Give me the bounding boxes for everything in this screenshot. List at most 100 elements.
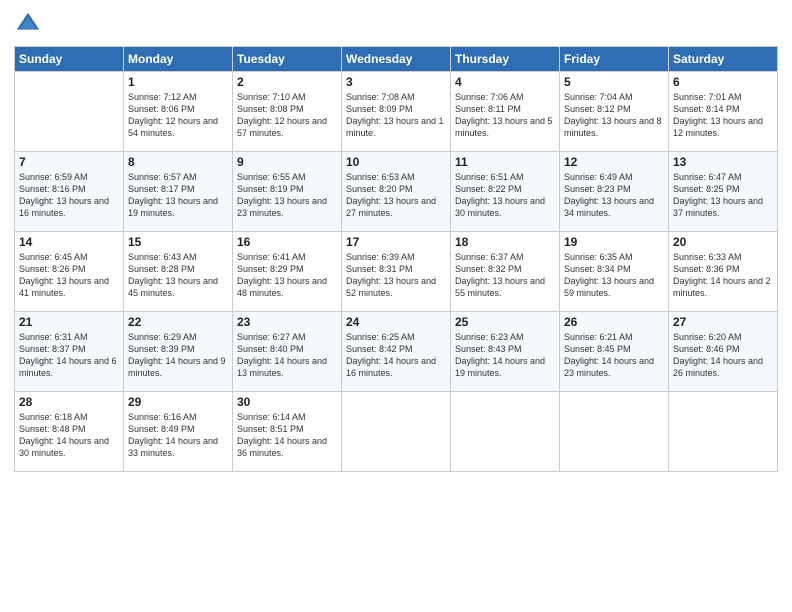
- day-cell: 3 Sunrise: 7:08 AMSunset: 8:09 PMDaylight…: [342, 72, 451, 152]
- day-number: 29: [128, 395, 228, 409]
- day-cell: [669, 392, 778, 472]
- day-cell: 23Sunrise: 6:27 AMSunset: 8:40 PMDayligh…: [233, 312, 342, 392]
- day-cell: 26 Sunrise: 6:21 AMSunset: 8:45 PMDayligh…: [560, 312, 669, 392]
- day-info: Sunrise: 7:01 AMSunset: 8:14 PMDaylight:…: [673, 91, 773, 140]
- day-number: 11: [455, 155, 555, 169]
- day-number: 7: [19, 155, 119, 169]
- day-info: Sunrise: 6:33 AMSunset: 8:36 PMDaylight:…: [673, 251, 773, 300]
- day-info: Sunrise: 7:06 AMSunset: 8:11 PMDaylight:…: [455, 91, 555, 140]
- day-info: Sunrise: 6:45 AMSunset: 8:26 PMDaylight:…: [19, 251, 119, 300]
- day-info: Sunrise: 6:41 AMSunset: 8:29 PMDaylight:…: [237, 251, 337, 300]
- col-header-saturday: Saturday: [669, 47, 778, 72]
- day-cell: 8 Sunrise: 6:57 AMSunset: 8:17 PMDaylight…: [124, 152, 233, 232]
- day-number: 15: [128, 235, 228, 249]
- day-info: Sunrise: 6:18 AMSunset: 8:48 PMDaylight:…: [19, 411, 119, 460]
- day-cell: 18 Sunrise: 6:37 AMSunset: 8:32 PMDayligh…: [451, 232, 560, 312]
- week-row-5: 28 Sunrise: 6:18 AMSunset: 8:48 PMDayligh…: [15, 392, 778, 472]
- day-number: 8: [128, 155, 228, 169]
- day-info: Sunrise: 6:16 AMSunset: 8:49 PMDaylight:…: [128, 411, 228, 460]
- day-info: Sunrise: 6:35 AMSunset: 8:34 PMDaylight:…: [564, 251, 664, 300]
- day-cell: 9 Sunrise: 6:55 AMSunset: 8:19 PMDaylight…: [233, 152, 342, 232]
- logo-icon: [14, 10, 42, 38]
- col-header-friday: Friday: [560, 47, 669, 72]
- day-number: 2: [237, 75, 337, 89]
- day-cell: 13 Sunrise: 6:47 AMSunset: 8:25 PMDayligh…: [669, 152, 778, 232]
- day-cell: 6 Sunrise: 7:01 AMSunset: 8:14 PMDaylight…: [669, 72, 778, 152]
- day-number: 17: [346, 235, 446, 249]
- day-cell: [451, 392, 560, 472]
- day-number: 28: [19, 395, 119, 409]
- day-cell: 20 Sunrise: 6:33 AMSunset: 8:36 PMDayligh…: [669, 232, 778, 312]
- day-number: 24: [346, 315, 446, 329]
- day-cell: 4 Sunrise: 7:06 AMSunset: 8:11 PMDaylight…: [451, 72, 560, 152]
- header: [14, 10, 778, 38]
- day-info: Sunrise: 6:39 AMSunset: 8:31 PMDaylight:…: [346, 251, 446, 300]
- col-header-sunday: Sunday: [15, 47, 124, 72]
- col-header-wednesday: Wednesday: [342, 47, 451, 72]
- day-number: 3: [346, 75, 446, 89]
- day-cell: 19 Sunrise: 6:35 AMSunset: 8:34 PMDayligh…: [560, 232, 669, 312]
- day-cell: 15 Sunrise: 6:43 AMSunset: 8:28 PMDayligh…: [124, 232, 233, 312]
- day-info: Sunrise: 7:10 AMSunset: 8:08 PMDaylight:…: [237, 91, 337, 140]
- day-number: 27: [673, 315, 773, 329]
- day-number: 6: [673, 75, 773, 89]
- day-number: 26: [564, 315, 664, 329]
- page-container: SundayMondayTuesdayWednesdayThursdayFrid…: [0, 0, 792, 612]
- day-cell: 21 Sunrise: 6:31 AMSunset: 8:37 PMDayligh…: [15, 312, 124, 392]
- day-cell: 2 Sunrise: 7:10 AMSunset: 8:08 PMDaylight…: [233, 72, 342, 152]
- day-number: 18: [455, 235, 555, 249]
- week-row-3: 14Sunrise: 6:45 AMSunset: 8:26 PMDayligh…: [15, 232, 778, 312]
- day-number: 9: [237, 155, 337, 169]
- day-number: 19: [564, 235, 664, 249]
- day-number: 22: [128, 315, 228, 329]
- day-info: Sunrise: 6:14 AMSunset: 8:51 PMDaylight:…: [237, 411, 337, 460]
- day-info: Sunrise: 6:47 AMSunset: 8:25 PMDaylight:…: [673, 171, 773, 220]
- day-info: Sunrise: 6:57 AMSunset: 8:17 PMDaylight:…: [128, 171, 228, 220]
- day-number: 10: [346, 155, 446, 169]
- day-cell: 22 Sunrise: 6:29 AMSunset: 8:39 PMDayligh…: [124, 312, 233, 392]
- day-info: Sunrise: 6:23 AMSunset: 8:43 PMDaylight:…: [455, 331, 555, 380]
- day-info: Sunrise: 6:29 AMSunset: 8:39 PMDaylight:…: [128, 331, 228, 380]
- day-info: Sunrise: 6:27 AMSunset: 8:40 PMDaylight:…: [237, 331, 337, 380]
- day-info: Sunrise: 6:37 AMSunset: 8:32 PMDaylight:…: [455, 251, 555, 300]
- day-cell: 24 Sunrise: 6:25 AMSunset: 8:42 PMDayligh…: [342, 312, 451, 392]
- day-number: 21: [19, 315, 119, 329]
- day-info: Sunrise: 7:04 AMSunset: 8:12 PMDaylight:…: [564, 91, 664, 140]
- day-cell: 27 Sunrise: 6:20 AMSunset: 8:46 PMDayligh…: [669, 312, 778, 392]
- day-number: 5: [564, 75, 664, 89]
- col-header-thursday: Thursday: [451, 47, 560, 72]
- day-number: 12: [564, 155, 664, 169]
- day-number: 4: [455, 75, 555, 89]
- day-info: Sunrise: 6:55 AMSunset: 8:19 PMDaylight:…: [237, 171, 337, 220]
- day-cell: 30 Sunrise: 6:14 AMSunset: 8:51 PMDayligh…: [233, 392, 342, 472]
- calendar: SundayMondayTuesdayWednesdayThursdayFrid…: [14, 46, 778, 472]
- day-cell: 16 Sunrise: 6:41 AMSunset: 8:29 PMDayligh…: [233, 232, 342, 312]
- day-info: Sunrise: 6:43 AMSunset: 8:28 PMDaylight:…: [128, 251, 228, 300]
- day-cell: 28 Sunrise: 6:18 AMSunset: 8:48 PMDayligh…: [15, 392, 124, 472]
- day-info: Sunrise: 6:49 AMSunset: 8:23 PMDaylight:…: [564, 171, 664, 220]
- day-cell: 5 Sunrise: 7:04 AMSunset: 8:12 PMDaylight…: [560, 72, 669, 152]
- day-info: Sunrise: 6:21 AMSunset: 8:45 PMDaylight:…: [564, 331, 664, 380]
- day-number: 1: [128, 75, 228, 89]
- day-info: Sunrise: 7:08 AMSunset: 8:09 PMDaylight:…: [346, 91, 446, 140]
- day-info: Sunrise: 6:25 AMSunset: 8:42 PMDaylight:…: [346, 331, 446, 380]
- day-cell: 11Sunrise: 6:51 AMSunset: 8:22 PMDayligh…: [451, 152, 560, 232]
- day-cell: [560, 392, 669, 472]
- day-info: Sunrise: 6:20 AMSunset: 8:46 PMDaylight:…: [673, 331, 773, 380]
- week-row-2: 7Sunrise: 6:59 AMSunset: 8:16 PMDaylight…: [15, 152, 778, 232]
- day-number: 16: [237, 235, 337, 249]
- day-cell: 7Sunrise: 6:59 AMSunset: 8:16 PMDaylight…: [15, 152, 124, 232]
- header-row: SundayMondayTuesdayWednesdayThursdayFrid…: [15, 47, 778, 72]
- day-cell: [342, 392, 451, 472]
- day-number: 20: [673, 235, 773, 249]
- logo: [14, 10, 46, 38]
- day-number: 13: [673, 155, 773, 169]
- col-header-monday: Monday: [124, 47, 233, 72]
- day-info: Sunrise: 7:12 AMSunset: 8:06 PMDaylight:…: [128, 91, 228, 140]
- day-info: Sunrise: 6:53 AMSunset: 8:20 PMDaylight:…: [346, 171, 446, 220]
- col-header-tuesday: Tuesday: [233, 47, 342, 72]
- day-cell: [15, 72, 124, 152]
- day-cell: 14Sunrise: 6:45 AMSunset: 8:26 PMDayligh…: [15, 232, 124, 312]
- day-number: 30: [237, 395, 337, 409]
- day-info: Sunrise: 6:31 AMSunset: 8:37 PMDaylight:…: [19, 331, 119, 380]
